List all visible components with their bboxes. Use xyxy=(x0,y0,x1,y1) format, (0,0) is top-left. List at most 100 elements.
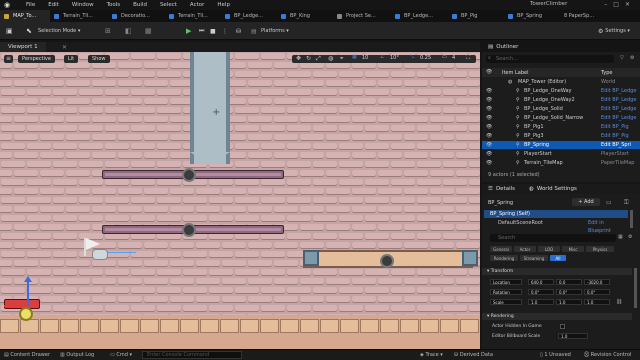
menu-help[interactable]: Help xyxy=(217,2,230,8)
stop-button[interactable]: ■ xyxy=(210,25,216,37)
column-type[interactable]: Type xyxy=(601,70,612,76)
outliner-row[interactable]: 👁 ⚲ BP_Spring Edit BP_Spri xyxy=(482,141,640,149)
ledge-pivot-icon[interactable] xyxy=(182,168,196,182)
trace-button[interactable]: ◈ Trace ▾ xyxy=(420,352,443,358)
visibility-icon[interactable]: 👁 xyxy=(486,142,492,148)
outliner-row-type[interactable]: Edit BP_Spri xyxy=(601,142,631,148)
outliner-row[interactable]: 👁 ⚲ BP_Ledge_Solid Edit BP_Ledge xyxy=(482,105,640,113)
filter-all[interactable]: All xyxy=(550,255,566,261)
unreal-logo-icon[interactable]: ◉ xyxy=(0,0,14,10)
scale-z-field[interactable]: 1.0 xyxy=(584,299,610,305)
outliner-row[interactable]: 👁 ⚲ PlayerStart PlayerStart xyxy=(482,150,640,158)
visibility-icon[interactable]: 👁 xyxy=(486,69,492,75)
gamepad-icon[interactable] xyxy=(92,249,108,260)
outliner-row[interactable]: 👁 ⚲ BP_Ledge_OneWay2 Edit BP_Ledge xyxy=(482,96,640,104)
outliner-row-type[interactable]: Edit BP_Ledge xyxy=(601,115,636,121)
location-y-field[interactable]: 0.0 xyxy=(556,279,582,285)
window-controls[interactable]: –□✕ xyxy=(604,1,636,8)
visibility-icon[interactable]: 👁 xyxy=(486,160,492,166)
filter-streaming[interactable]: Streaming xyxy=(520,255,548,261)
save-icon[interactable]: ▣ xyxy=(6,25,13,37)
quick-add-icon[interactable]: ⊞ xyxy=(105,25,111,37)
grid-snap-icon[interactable]: ▦ xyxy=(352,54,357,60)
tab-map-tower[interactable]: MAP_To... xyxy=(0,10,50,22)
cmd-dropdown[interactable]: ▭ Cmd ▾ xyxy=(110,352,132,358)
derived-data-button[interactable]: ⛁ Derived Data xyxy=(454,352,493,358)
menu-tools[interactable]: Tools xyxy=(107,2,121,8)
outliner-row-type[interactable]: Edit BP_Pig xyxy=(601,124,629,130)
step-button[interactable]: ⏭ xyxy=(199,25,204,37)
gizmo-z-axis[interactable] xyxy=(27,280,29,306)
move-tool-icon[interactable]: ✥ xyxy=(296,55,301,62)
rotation-z-field[interactable]: 0.0° xyxy=(584,289,610,295)
tab-decoration[interactable]: Decoratio... xyxy=(108,10,165,22)
grid-snap-value[interactable]: 10 xyxy=(362,55,368,61)
location-mode-dropdown[interactable]: Location xyxy=(490,279,522,285)
settings-dropdown[interactable]: ⚙ Settings ▾ xyxy=(598,25,630,37)
gizmo-pivot-icon[interactable] xyxy=(19,307,33,321)
outliner-row[interactable]: 👁 ⚲ BP_Pig1 Edit BP_Pig xyxy=(482,123,640,131)
unsaved-button[interactable]: ▯ 1 Unsaved xyxy=(540,352,571,358)
filter-actor[interactable]: Actor xyxy=(514,246,536,252)
rotation-mode-dropdown[interactable]: Rotation xyxy=(490,289,522,295)
camera-speed-value[interactable]: 4 xyxy=(452,55,455,61)
scale-snap-icon[interactable]: ⤡ xyxy=(410,54,414,60)
lit-button[interactable]: Lit xyxy=(64,55,79,63)
rotation-snap-icon[interactable]: ∠ xyxy=(380,54,384,60)
filter-lod[interactable]: LOD xyxy=(538,246,560,252)
play-options-icon[interactable]: ⋮ xyxy=(222,25,228,37)
visibility-icon[interactable]: 👁 xyxy=(486,124,492,130)
outliner-row[interactable]: 👁 ⚲ BP_Ledge_Solid_Narrow Edit BP_Ledge xyxy=(482,114,640,122)
actor-hidden-checkbox[interactable] xyxy=(560,324,565,329)
surface-snap-icon[interactable]: ⌖ xyxy=(340,55,343,63)
viewport-menu-icon[interactable]: ≡ xyxy=(4,55,13,63)
world-space-icon[interactable]: ◍ xyxy=(328,55,333,62)
hanging-banner[interactable] xyxy=(190,52,230,164)
maximize-viewport-icon[interactable]: ⛶ xyxy=(466,54,470,62)
revision-control-button[interactable]: ⛒ Revision Control xyxy=(584,352,631,358)
tab-project-settings[interactable]: Project Se... xyxy=(333,10,391,22)
billboard-scale-field[interactable]: 1.0 xyxy=(558,333,588,339)
menu-select[interactable]: Select xyxy=(160,2,177,8)
menu-actor[interactable]: Actor xyxy=(190,2,204,8)
scale-x-field[interactable]: 1.0 xyxy=(528,299,554,305)
launch-icon[interactable]: ⛁ xyxy=(236,25,241,37)
viewport-tab[interactable]: Viewport 1 xyxy=(0,42,46,52)
visibility-icon[interactable]: 👁 xyxy=(486,106,492,112)
outliner-row-type[interactable]: Edit BP_Pig xyxy=(601,133,629,139)
component-self-row[interactable]: BP_Spring (Self) xyxy=(484,210,628,218)
component-root-row[interactable]: DefaultSceneRoot Edit in Blueprint xyxy=(484,219,628,234)
view-options-icon[interactable]: ▦ xyxy=(618,234,623,240)
platforms-dropdown[interactable]: Platforms ▾ xyxy=(261,25,289,37)
tab-bp-pig[interactable]: BP_Pig xyxy=(448,10,504,22)
outliner-row[interactable]: 👁 ⚲ BP_Pig3 Edit BP_Pig xyxy=(482,132,640,140)
filter-icon[interactable]: ▽ xyxy=(620,55,624,61)
tab-terrain-tile-1[interactable]: Terrain_Til... xyxy=(50,10,108,22)
rotation-y-field[interactable]: 0.0° xyxy=(556,289,582,295)
location-x-field[interactable]: 640.0 xyxy=(528,279,554,285)
components-scrollbar[interactable] xyxy=(630,210,633,228)
selection-mode-dropdown[interactable]: Selection Mode ▾ xyxy=(38,25,80,37)
tab-paper-sprite[interactable]: 8 PaperSp... xyxy=(560,10,600,22)
lock-scale-icon[interactable]: ⛓ xyxy=(616,299,622,305)
outliner-row-type[interactable]: Edit BP_Ledge xyxy=(601,97,636,103)
filter-rendering[interactable]: Rendering xyxy=(490,255,518,261)
blueprint-menu-icon[interactable]: ◧ xyxy=(125,25,132,37)
tab-bp-ledge-1[interactable]: BP_Ledge... xyxy=(221,10,277,22)
filter-general[interactable]: General xyxy=(490,246,512,252)
visibility-icon[interactable]: 👁 xyxy=(486,151,492,157)
perspective-button[interactable]: Perspective xyxy=(18,55,55,63)
column-item-label[interactable]: Item Label xyxy=(502,70,528,76)
gear-icon[interactable]: ⚙ xyxy=(630,55,634,61)
lock-icon[interactable]: ⚿ xyxy=(624,199,629,207)
blueprint-icon[interactable]: ▭ xyxy=(606,199,612,206)
rotation-snap-value[interactable]: 10° xyxy=(390,55,399,61)
add-component-button[interactable]: + Add xyxy=(572,198,600,206)
menu-edit[interactable]: Edit xyxy=(48,2,59,8)
show-button[interactable]: Show xyxy=(88,55,110,63)
location-z-field[interactable]: -3020.0 xyxy=(584,279,610,285)
outliner-row-type[interactable]: Edit BP_Ledge xyxy=(601,106,636,112)
gear-icon[interactable]: ⚙ xyxy=(628,234,632,240)
details-scrollbar[interactable] xyxy=(634,268,637,308)
filter-physics[interactable]: Physics xyxy=(586,246,614,252)
